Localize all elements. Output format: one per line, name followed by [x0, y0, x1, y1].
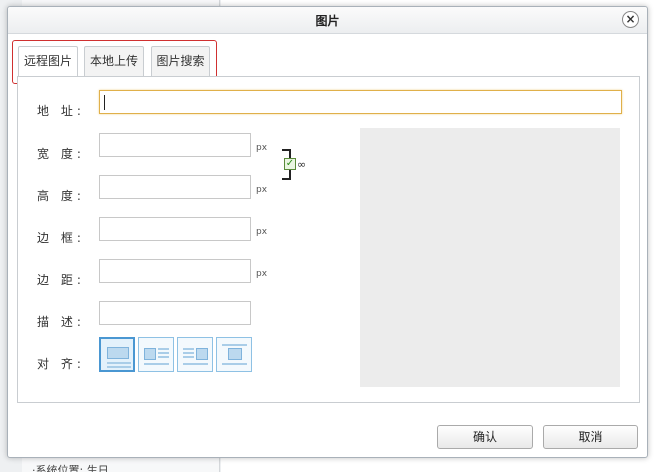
margin-input[interactable]	[99, 259, 251, 283]
image-preview	[360, 128, 620, 387]
lock-ratio-checkbox[interactable]: ✓	[284, 158, 296, 170]
height-input[interactable]	[99, 175, 251, 199]
align-none-icon	[105, 343, 131, 368]
border-input[interactable]	[99, 217, 251, 241]
margin-label: 边 距:	[37, 273, 85, 287]
dialog-titlebar[interactable]: 图片 ×	[8, 7, 647, 34]
width-input[interactable]	[99, 133, 251, 157]
tab-image-search[interactable]: 图片搜索	[151, 46, 210, 77]
width-unit: px	[256, 143, 268, 153]
description-input[interactable]	[99, 301, 251, 325]
align-right-icon	[182, 342, 208, 367]
link-icon: ∞	[297, 158, 307, 171]
lock-ratio-icon[interactable]: ✓ ∞	[282, 149, 312, 181]
align-center-icon	[221, 342, 247, 367]
align-right-option[interactable]	[177, 337, 213, 372]
background-text: ·系统位置: 生日	[32, 464, 109, 472]
cancel-button[interactable]: 取消	[543, 425, 638, 449]
border-label: 边 框:	[37, 231, 85, 245]
border-unit: px	[256, 227, 268, 237]
align-none-option[interactable]	[99, 337, 135, 372]
height-label: 高 度:	[37, 189, 85, 203]
description-label: 描 述:	[37, 315, 85, 329]
dialog-title: 图片	[315, 14, 340, 28]
align-left-option[interactable]	[138, 337, 174, 372]
align-center-option[interactable]	[216, 337, 252, 372]
close-icon[interactable]: ×	[622, 11, 639, 28]
margin-unit: px	[256, 269, 268, 279]
image-dialog: 图片 × 远程图片 本地上传 图片搜索 地 址: 宽 度: px 高 度: px…	[7, 6, 648, 458]
align-left-icon	[143, 342, 169, 367]
address-label: 地 址:	[37, 104, 85, 118]
confirm-button[interactable]: 确认	[437, 425, 533, 449]
height-unit: px	[256, 185, 268, 195]
address-input[interactable]	[99, 90, 622, 114]
width-label: 宽 度:	[37, 147, 85, 161]
tab-remote-image[interactable]: 远程图片	[18, 46, 78, 78]
tab-local-upload[interactable]: 本地上传	[84, 46, 144, 77]
text-caret	[104, 95, 105, 110]
align-label: 对 齐:	[37, 357, 85, 371]
